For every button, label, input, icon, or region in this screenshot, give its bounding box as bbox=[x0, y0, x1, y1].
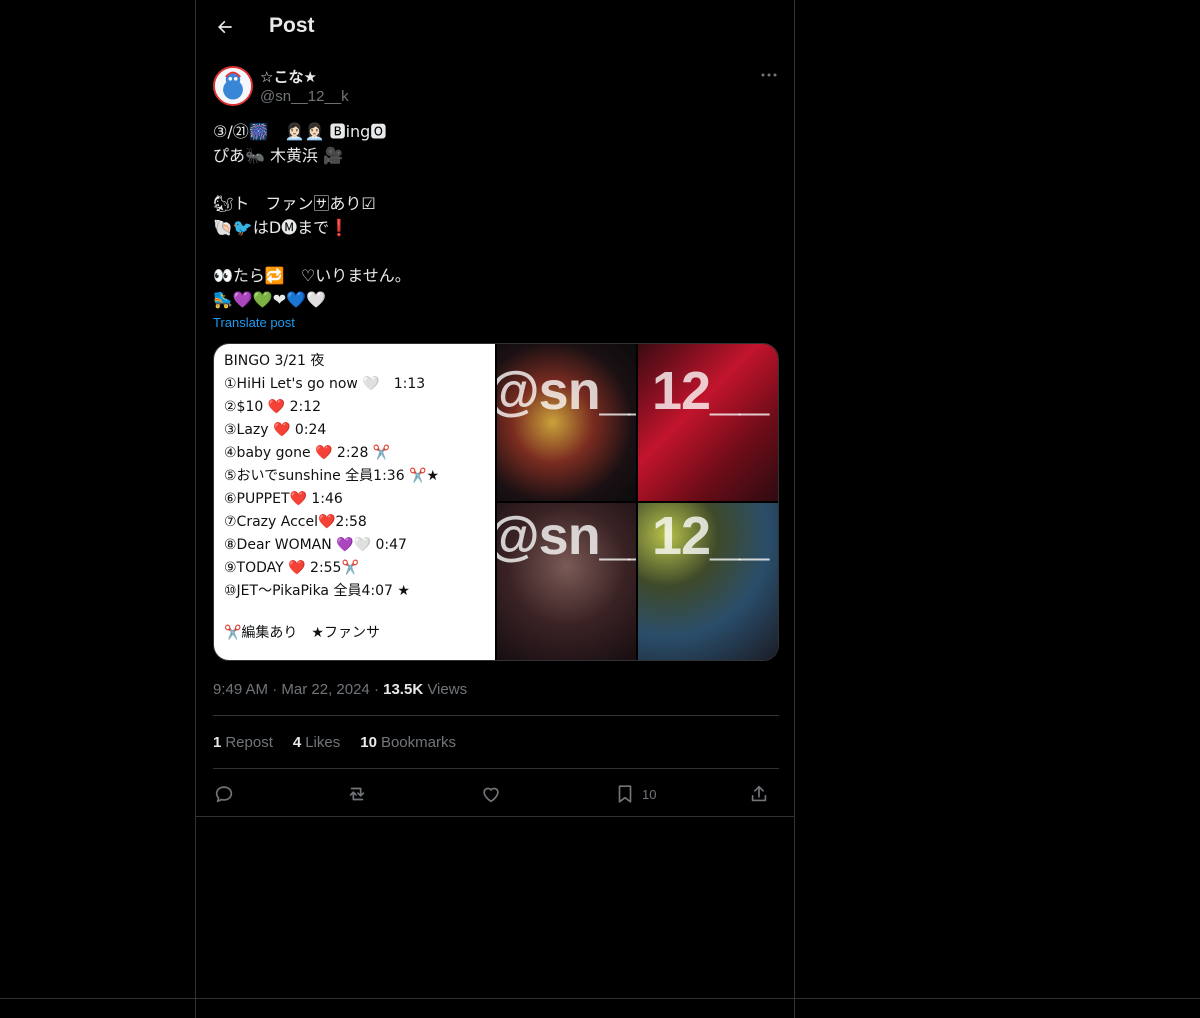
likes-stat[interactable]: 4 Likes bbox=[293, 734, 340, 751]
watermark: @sn__12__ bbox=[497, 361, 636, 421]
arrow-left-icon bbox=[218, 20, 232, 34]
setlist-line: ⑨TODAY ❤️ 2:55✂️ bbox=[224, 560, 359, 576]
bookmark-button[interactable]: 10 bbox=[614, 780, 656, 808]
watermark: @sn__ bbox=[497, 506, 636, 566]
page-header: Post bbox=[196, 0, 794, 54]
setlist-line: ③Lazy ❤️ 0:24 bbox=[224, 422, 327, 438]
setlist-line: ⑦Crazy Accel❤️2:58 bbox=[224, 514, 367, 530]
share-button[interactable] bbox=[748, 780, 770, 808]
bookmark-icon bbox=[618, 785, 632, 803]
post-bottom-border bbox=[196, 816, 794, 817]
post-time[interactable]: 9:49 AM bbox=[213, 681, 268, 698]
views-label: Views bbox=[427, 681, 468, 698]
engagement-stats: 1 Repost 4 Likes 10 Bookmarks bbox=[213, 734, 456, 751]
repost-icon bbox=[349, 787, 365, 801]
photo-2[interactable]: 12__ bbox=[638, 344, 778, 501]
bookmarks-count: 10 bbox=[360, 734, 377, 751]
bookmark-count: 10 bbox=[642, 786, 657, 802]
bookmarks-stat[interactable]: 10 Bookmarks bbox=[360, 734, 456, 751]
setlist-line: ②$10 ❤️ 2:12 bbox=[224, 399, 322, 415]
share-icon bbox=[751, 785, 767, 802]
more-button[interactable] bbox=[756, 64, 782, 86]
bookmarks-label: Bookmarks bbox=[380, 734, 456, 751]
photo-4[interactable]: 12__ bbox=[638, 503, 778, 660]
more-horizontal-icon bbox=[761, 73, 777, 77]
views-count: 13.5K bbox=[383, 681, 424, 698]
reply-icon bbox=[215, 786, 233, 803]
setlist-line: ⑤おいでsunshine 全員1:36 ✂️★ bbox=[224, 468, 440, 484]
heart-icon bbox=[483, 787, 499, 803]
divider bbox=[213, 715, 779, 716]
setlist-line: ④baby gone ❤️ 2:28 ✂️ bbox=[224, 445, 391, 461]
reply-button[interactable] bbox=[213, 780, 235, 808]
photo-3[interactable]: @sn__ bbox=[497, 503, 636, 660]
watermark: 12__ bbox=[652, 361, 769, 421]
setlist-line: ⑥PUPPET❤️ 1:46 bbox=[224, 491, 343, 507]
like-button[interactable] bbox=[480, 780, 502, 808]
likes-label: Likes bbox=[305, 734, 341, 751]
post-text: ③/㉑🎆 👩🏻‍💼👩🏻‍💼 🅱ing🅾 ぴあ🐜 木黄浜 🎥 🐿ト ファン🈂あり☑… bbox=[213, 122, 411, 309]
author-display-name[interactable]: ☆こな★ bbox=[260, 66, 317, 87]
action-bar: 10 bbox=[213, 780, 779, 808]
setlist-line: ⑧Dear WOMAN 💜🤍 0:47 bbox=[224, 537, 407, 553]
avatar[interactable] bbox=[213, 66, 253, 106]
setlist-legend: ✂️編集あり ★ファンサ bbox=[224, 625, 380, 641]
setlist-image[interactable]: BINGO 3/21 夜 ①HiHi Let's go now 🤍 1:13 ②… bbox=[214, 344, 495, 660]
post-column: Post ☆こな★ @sn__12__k ③/㉑🎆 👩🏻‍💼👩🏻‍💼 🅱ing🅾… bbox=[195, 0, 795, 1018]
meta-separator: · bbox=[272, 681, 278, 698]
post-meta: 9:49 AM · Mar 22, 2024 · 13.5K Views bbox=[213, 681, 467, 698]
setlist-title: BINGO 3/21 夜 bbox=[224, 353, 325, 369]
avatar-image bbox=[215, 68, 251, 104]
page-bottom-border bbox=[0, 998, 1200, 999]
translate-post-link[interactable]: Translate post bbox=[213, 315, 295, 330]
back-button[interactable] bbox=[208, 10, 242, 44]
setlist-line: ⑩JET〜PikaPika 全員4:07 ★ bbox=[224, 583, 410, 599]
reposts-stat[interactable]: 1 Repost bbox=[213, 734, 273, 751]
post-date[interactable]: Mar 22, 2024 bbox=[281, 681, 369, 698]
author-handle[interactable]: @sn__12__k bbox=[260, 88, 349, 105]
photo-1[interactable]: @sn__12__ bbox=[497, 344, 636, 501]
likes-count: 4 bbox=[292, 734, 302, 751]
watermark: 12__ bbox=[652, 506, 769, 566]
divider bbox=[213, 768, 779, 769]
setlist-line: ①HiHi Let's go now 🤍 1:13 bbox=[224, 376, 426, 392]
post-media[interactable]: BINGO 3/21 夜 ①HiHi Let's go now 🤍 1:13 ②… bbox=[213, 343, 779, 661]
meta-separator: · bbox=[373, 681, 379, 698]
page-title: Post bbox=[269, 14, 315, 37]
repost-button[interactable] bbox=[346, 780, 368, 808]
reposts-label: Repost bbox=[225, 734, 273, 751]
reposts-count: 1 bbox=[213, 734, 222, 751]
